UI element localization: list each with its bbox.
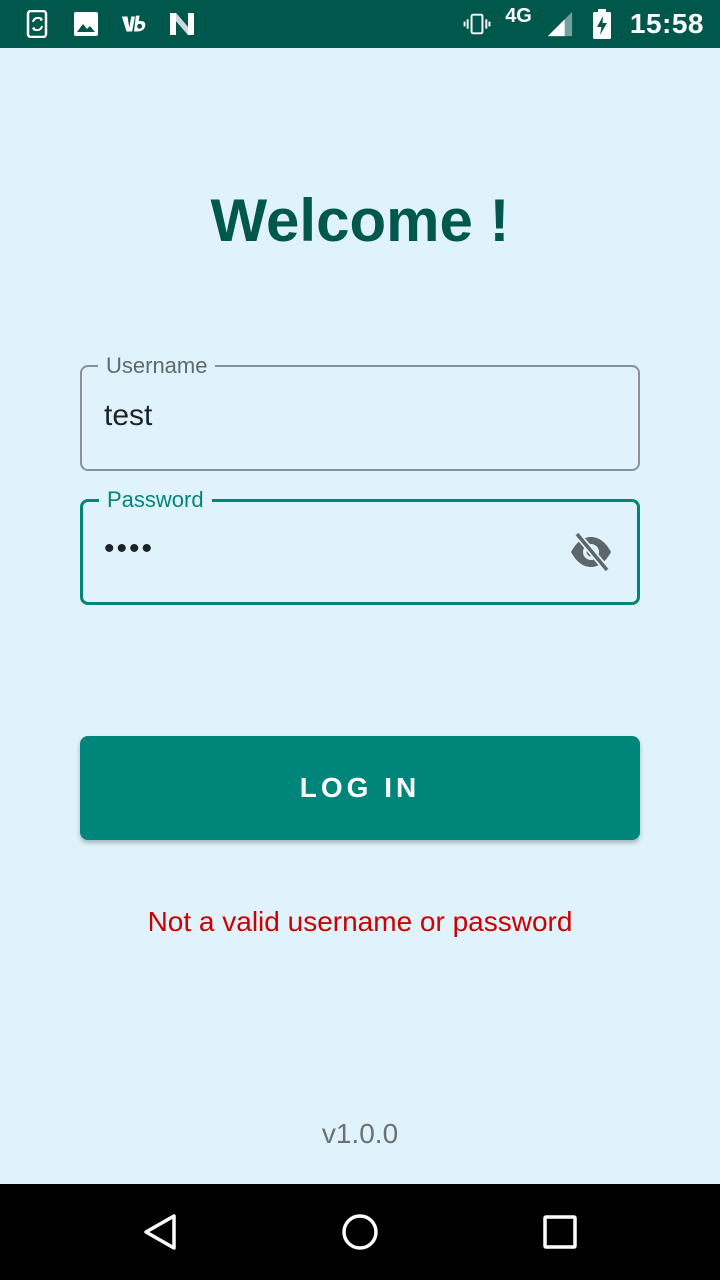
- username-input[interactable]: test: [104, 399, 152, 433]
- image-icon: [72, 10, 100, 38]
- vibrate-icon: [463, 10, 491, 38]
- username-field[interactable]: Username test: [80, 351, 640, 471]
- version-label: v1.0.0: [321, 1118, 399, 1149]
- login-button-label: LOG IN: [299, 772, 421, 803]
- notification-icons: [0, 10, 196, 38]
- status-bar: 4G 15:58: [0, 0, 720, 48]
- recents-icon[interactable]: [536, 1208, 584, 1256]
- app-badge-icon: [120, 10, 148, 38]
- password-field[interactable]: Password ••••: [80, 485, 640, 605]
- navigation-bar: [0, 1184, 720, 1280]
- battery-charging-icon: [588, 9, 616, 39]
- home-icon[interactable]: [336, 1208, 384, 1256]
- system-icons: 4G 15:58: [463, 4, 720, 40]
- password-input[interactable]: ••••: [104, 532, 154, 566]
- network-type-label: 4G: [505, 4, 532, 27]
- error-message: Not a valid username or password: [147, 906, 573, 937]
- signal-icon: [546, 10, 574, 38]
- clock: 15:58: [629, 8, 704, 39]
- n-logo-icon: [168, 10, 196, 38]
- password-label: Password: [99, 485, 212, 515]
- page-title: Welcome !: [210, 187, 510, 254]
- visibility-off-icon[interactable]: [567, 530, 615, 574]
- back-icon[interactable]: [136, 1208, 184, 1256]
- login-screen: Welcome ! Username test Password •••• LO…: [0, 48, 720, 1184]
- login-button[interactable]: LOG IN: [80, 736, 640, 840]
- username-label: Username: [98, 351, 216, 381]
- sync-phone-icon: [24, 10, 52, 38]
